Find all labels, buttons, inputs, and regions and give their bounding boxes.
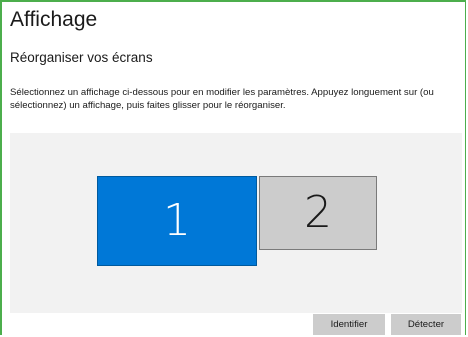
display-2-tile[interactable]: 2: [259, 176, 377, 250]
identify-button[interactable]: Identifier: [313, 314, 385, 335]
detect-button[interactable]: Détecter: [391, 314, 461, 335]
section-heading: Réorganiser vos écrans: [10, 50, 153, 65]
settings-window: Affichage Réorganiser vos écrans Sélecti…: [0, 0, 466, 335]
display-1-tile[interactable]: 1: [97, 176, 257, 266]
display-1-label: 1: [163, 195, 191, 246]
display-2-label: 2: [304, 187, 332, 238]
instructions-text: Sélectionnez un affichage ci-dessous pou…: [10, 87, 434, 111]
display-arrangement-area: 1 2: [10, 133, 462, 313]
page-title: Affichage: [10, 8, 98, 31]
